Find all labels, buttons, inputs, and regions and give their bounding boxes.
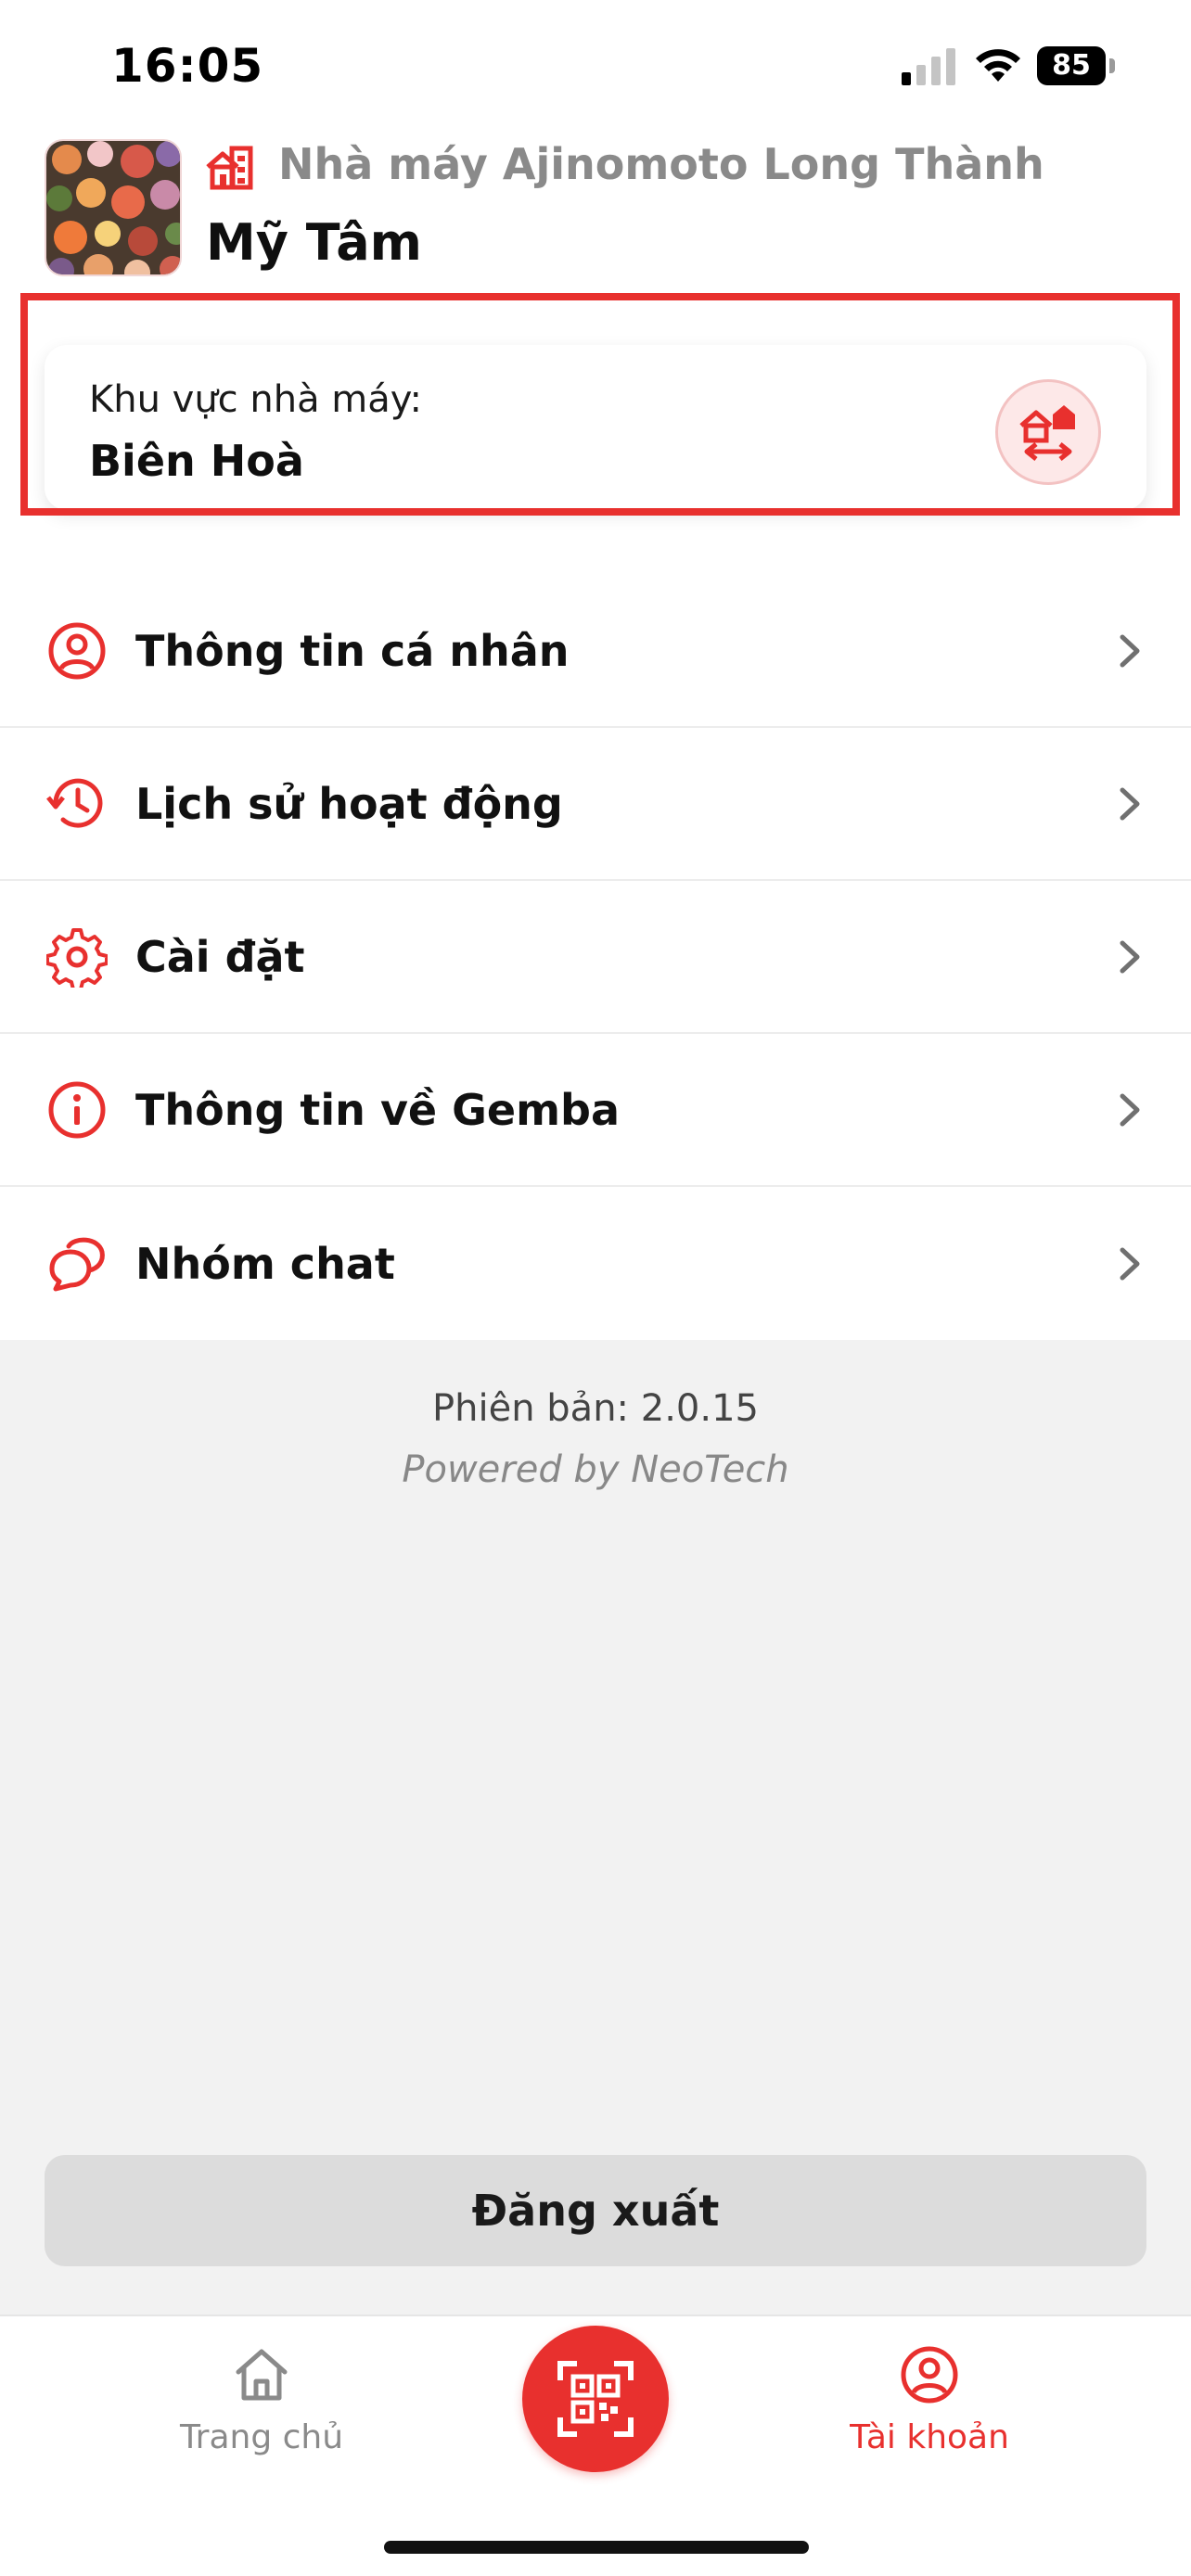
factory-area-label: Khu vực nhà máy:	[89, 378, 423, 421]
wifi-icon	[976, 49, 1020, 82]
switch-factory-icon	[1019, 405, 1075, 461]
menu-item-label: Cài đặt	[135, 931, 305, 982]
menu-item-personal-info[interactable]: Thông tin cá nhân	[0, 575, 1191, 728]
menu-item-activity-history[interactable]: Lịch sử hoạt động	[0, 728, 1191, 881]
menu-item-settings[interactable]: Cài đặt	[0, 881, 1191, 1034]
status-time: 16:05	[111, 39, 264, 93]
menu-item-label: Thông tin cá nhân	[135, 625, 570, 676]
info-icon	[48, 1081, 106, 1138]
chevron-right-icon	[1120, 787, 1140, 820]
factory-area-value: Biên Hoà	[89, 436, 304, 486]
switch-area-button[interactable]	[995, 379, 1101, 485]
menu-item-label: Lịch sử hoạt động	[135, 778, 563, 829]
chevron-right-icon	[1120, 634, 1140, 667]
qr-code-icon	[557, 2361, 634, 2437]
menu-item-group-chat[interactable]: Nhóm chat	[0, 1187, 1191, 1340]
cellular-signal-icon	[902, 48, 955, 85]
battery-nub	[1109, 58, 1115, 73]
account-menu: Thông tin cá nhân Lịch sử hoạt động Cài …	[0, 575, 1191, 1340]
chevron-right-icon	[1120, 1093, 1140, 1126]
factory-name: Nhà máy Ajinomoto Long Thành	[278, 139, 1044, 189]
tab-account[interactable]: Tài khoản	[809, 2344, 1050, 2456]
menu-item-about-gemba[interactable]: Thông tin về Gemba	[0, 1034, 1191, 1187]
menu-item-label: Thông tin về Gemba	[135, 1084, 620, 1135]
tab-home[interactable]: Trang chủ	[141, 2344, 382, 2456]
avatar-flowers-image	[46, 141, 180, 274]
logout-button[interactable]: Đăng xuất	[45, 2155, 1146, 2266]
chevron-right-icon	[1120, 940, 1140, 973]
user-name: Mỹ Tâm	[206, 213, 422, 272]
battery-level: 85	[1037, 46, 1106, 85]
tab-account-label: Tài khoản	[850, 2418, 1009, 2456]
battery-indicator: 85	[1037, 46, 1115, 85]
user-circle-icon	[901, 2346, 958, 2404]
chat-icon	[49, 1237, 105, 1291]
home-icon	[236, 2349, 288, 2401]
user-circle-icon	[48, 622, 106, 679]
app-version: Phiên bản: 2.0.15	[432, 1387, 759, 1430]
history-icon	[46, 778, 103, 828]
tab-home-label: Trang chủ	[179, 2418, 344, 2456]
chevron-right-icon	[1120, 1247, 1140, 1280]
avatar[interactable]	[45, 139, 182, 276]
menu-item-label: Nhóm chat	[135, 1238, 395, 1289]
powered-by: Powered by NeoTech	[402, 1448, 789, 1491]
home-indicator	[384, 2541, 809, 2554]
qr-scan-button[interactable]	[522, 2326, 669, 2472]
building-icon	[206, 146, 253, 190]
gear-icon	[46, 927, 108, 988]
